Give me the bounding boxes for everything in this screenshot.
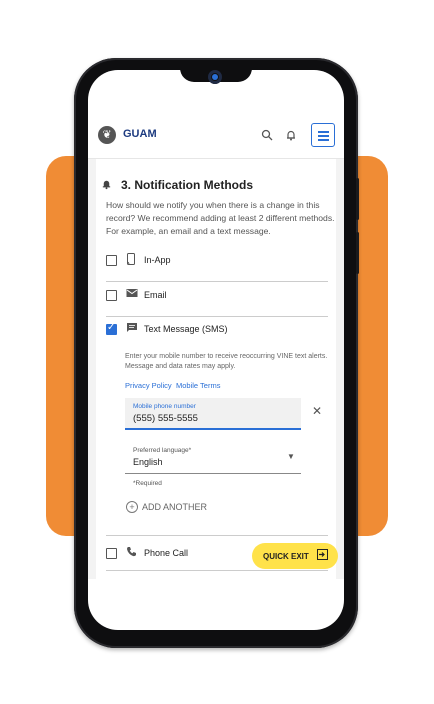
preferred-language-value: English <box>133 457 163 467</box>
phone-call-label: Phone Call <box>144 548 189 558</box>
notification-methods-card: 3. Notification Methods How should we no… <box>96 159 336 599</box>
search-icon[interactable] <box>261 129 273 144</box>
sms-checkbox[interactable] <box>106 322 117 335</box>
chat-icon <box>126 322 138 336</box>
privacy-policy-link[interactable]: Privacy Policy <box>125 381 172 390</box>
mobile-phone-label: Mobile phone number <box>133 403 196 410</box>
envelope-icon <box>126 288 138 301</box>
section-title-text: 3. Notification Methods <box>121 178 253 192</box>
add-another-button[interactable]: + ADD ANOTHER <box>126 501 207 513</box>
quick-exit-label: QUICK EXIT <box>263 552 309 561</box>
close-icon[interactable]: ✕ <box>312 404 322 418</box>
phone-call-checkbox[interactable] <box>106 548 117 559</box>
bell-icon[interactable] <box>285 129 297 144</box>
form-content: 3. Notification Methods How should we no… <box>88 159 344 599</box>
mobile-phone-field[interactable]: Mobile phone number (555) 555-5555 <box>125 398 301 430</box>
sms-label: Text Message (SMS) <box>144 324 228 334</box>
required-note: *Required <box>133 480 162 487</box>
app-logo: ❦ <box>98 126 116 144</box>
mobile-phone-value[interactable]: (555) 555-5555 <box>133 413 198 424</box>
method-in-app[interactable]: In-App <box>106 251 328 273</box>
bell-icon <box>101 178 112 193</box>
quick-exit-button[interactable]: QUICK EXIT <box>252 543 338 569</box>
power-button <box>356 232 359 274</box>
camera-icon <box>208 70 222 84</box>
menu-button[interactable] <box>311 123 335 147</box>
in-app-label: In-App <box>144 255 171 265</box>
add-another-label: ADD ANOTHER <box>142 502 208 512</box>
app-title: GUAM <box>123 128 157 140</box>
phone-icon <box>126 546 137 560</box>
volume-button <box>356 178 359 220</box>
preferred-language-select[interactable]: Preferred language* English ▼ <box>125 444 301 474</box>
menu-icon <box>318 131 329 133</box>
method-email[interactable]: Email <box>106 286 328 308</box>
divider <box>106 535 328 536</box>
method-sms[interactable]: Text Message (SMS) <box>106 320 328 342</box>
divider <box>106 281 328 282</box>
divider <box>106 570 328 571</box>
phone-screen: ❦ GUAM 3. Notification Methods How shoul… <box>88 70 344 630</box>
email-checkbox[interactable] <box>106 290 117 301</box>
sms-help-text: Enter your mobile number to receive reoc… <box>125 353 328 370</box>
mobile-terms-link[interactable]: Mobile Terms <box>176 381 220 390</box>
exit-icon <box>317 549 328 563</box>
add-circle-icon: + <box>126 501 138 513</box>
email-label: Email <box>144 290 167 300</box>
divider <box>106 316 328 317</box>
app-header: ❦ GUAM <box>88 118 344 159</box>
section-description: How should we notify you when there is a… <box>106 200 335 236</box>
preferred-language-label: Preferred language* <box>133 447 192 454</box>
section-title: 3. Notification Methods <box>102 178 253 192</box>
phone-app-icon <box>126 253 136 268</box>
in-app-checkbox[interactable] <box>106 255 117 266</box>
chevron-down-icon: ▼ <box>287 452 295 461</box>
